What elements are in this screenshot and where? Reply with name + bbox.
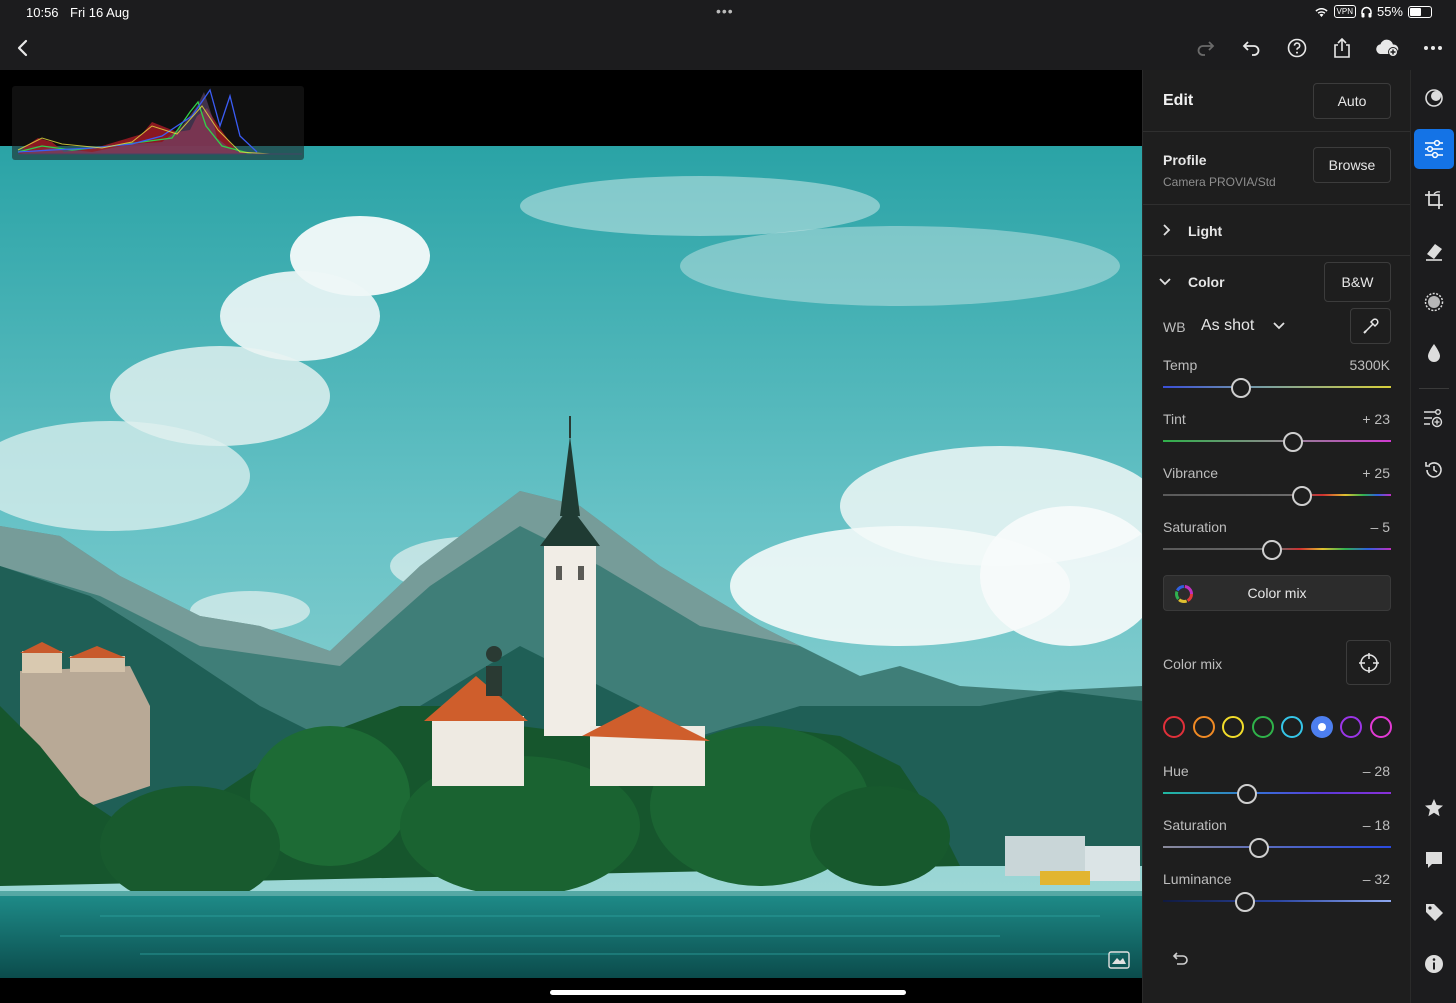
top-toolbar (0, 26, 1456, 70)
chevron-right-icon[interactable] (1161, 224, 1171, 236)
light-label[interactable]: Light (1188, 223, 1222, 239)
help-icon[interactable] (1283, 34, 1311, 62)
healing-icon[interactable] (1414, 231, 1454, 271)
mix-saturation-knob[interactable] (1248, 838, 1269, 858)
tint-value: + 23 (1362, 411, 1390, 427)
home-indicator[interactable] (550, 990, 906, 995)
share-icon[interactable] (1328, 34, 1356, 62)
wb-chevron-down-icon[interactable] (1272, 321, 1286, 331)
hue-knob[interactable] (1237, 784, 1258, 804)
info-icon[interactable] (1414, 944, 1454, 984)
browse-button[interactable]: Browse (1313, 147, 1391, 183)
color-mix-button-label: Color mix (1247, 585, 1307, 601)
temp-value: 5300K (1349, 357, 1390, 373)
eyedropper-icon (1362, 318, 1379, 334)
battery-percent: 55% (1376, 4, 1403, 19)
temp-knob[interactable] (1230, 378, 1251, 398)
hue-label: Hue (1163, 763, 1189, 779)
redo-icon[interactable] (1192, 34, 1220, 62)
status-bar: 10:56 Fri 16 Aug ••• VPN 55% (0, 0, 1456, 26)
wifi-icon (1314, 7, 1328, 17)
luminance-label: Luminance (1163, 871, 1232, 887)
swatch-magenta[interactable] (1369, 716, 1392, 738)
histogram[interactable] (12, 86, 304, 160)
vibrance-value: + 25 (1362, 465, 1390, 481)
temp-track[interactable] (1163, 386, 1391, 388)
edit-title: Edit (1163, 92, 1194, 109)
swatch-purple[interactable] (1340, 716, 1362, 738)
luminance-value: – 32 (1362, 871, 1390, 887)
swatch-selected-dot (1317, 723, 1326, 731)
chevron-down-icon[interactable] (1159, 277, 1171, 287)
hue-value: – 28 (1362, 763, 1390, 779)
reset-icon[interactable] (1171, 950, 1189, 971)
light-section[interactable]: Light (1143, 205, 1411, 256)
tool-rail (1410, 70, 1456, 1003)
more-icon[interactable] (1419, 34, 1447, 62)
color-mix-button[interactable]: Color mix (1163, 575, 1391, 611)
status-date: Fri 16 Aug (70, 5, 130, 20)
presets-icon[interactable] (1414, 78, 1454, 118)
rail-divider (1419, 388, 1449, 389)
history-icon[interactable] (1414, 450, 1454, 490)
swatch-orange[interactable] (1192, 716, 1215, 738)
hue-track[interactable] (1163, 792, 1391, 794)
mix-saturation-track[interactable] (1163, 846, 1391, 848)
tint-label: Tint (1163, 411, 1186, 427)
bw-button[interactable]: B&W (1324, 262, 1391, 302)
edit-panel: Edit Auto Profile Camera PROVIA/Std Brow… (1142, 70, 1411, 1003)
comment-icon[interactable] (1414, 840, 1454, 880)
swatch-blue[interactable] (1310, 716, 1333, 738)
edit-header: Edit Auto (1143, 70, 1411, 132)
status-right: VPN 55% (1314, 4, 1432, 19)
photo-image[interactable] (0, 146, 1142, 978)
edit-sliders-icon[interactable] (1414, 129, 1454, 169)
saturation-value: – 5 (1370, 519, 1390, 535)
vibrance-track[interactable] (1163, 494, 1391, 496)
swatch-yellow[interactable] (1222, 716, 1244, 738)
back-icon[interactable] (9, 34, 37, 62)
mix-saturation-value: – 18 (1362, 817, 1390, 833)
saturation-label: Saturation (1163, 519, 1227, 535)
color-wheel-icon (1175, 585, 1193, 603)
eyedropper-button[interactable] (1350, 308, 1391, 344)
undo-icon[interactable] (1237, 34, 1265, 62)
profile-section: Profile Camera PROVIA/Std Browse (1143, 132, 1411, 205)
vpn-badge: VPN (1333, 5, 1356, 18)
masking-icon[interactable] (1414, 282, 1454, 322)
temp-label: Temp (1163, 357, 1198, 373)
tint-knob[interactable] (1282, 432, 1303, 452)
tag-icon[interactable] (1414, 892, 1454, 932)
profile-title: Profile (1163, 152, 1207, 168)
color-mix-title: Color mix (1163, 656, 1223, 672)
star-icon[interactable] (1414, 788, 1454, 828)
battery-icon (1408, 5, 1432, 18)
status-time: 10:56 (26, 5, 59, 20)
wb-select[interactable]: As shot (1201, 317, 1254, 335)
target-icon (1358, 652, 1379, 673)
photo-canvas[interactable] (0, 70, 1142, 1003)
crop-icon[interactable] (1414, 180, 1454, 220)
blur-icon[interactable] (1414, 333, 1454, 373)
color-label[interactable]: Color (1188, 274, 1225, 290)
vibrance-knob[interactable] (1292, 486, 1313, 506)
swatch-green[interactable] (1251, 716, 1274, 738)
targeted-adjustment-button[interactable] (1346, 640, 1391, 685)
luminance-track[interactable] (1163, 900, 1391, 902)
saturation-knob[interactable] (1262, 540, 1283, 560)
swatch-red[interactable] (1163, 716, 1185, 738)
headphones-icon (1361, 6, 1372, 17)
vibrance-label: Vibrance (1163, 465, 1219, 481)
wb-label: WB (1163, 319, 1186, 335)
tint-track[interactable] (1163, 440, 1391, 442)
versions-icon[interactable] (1414, 398, 1454, 438)
mix-saturation-label: Saturation (1163, 817, 1227, 833)
profile-value: Camera PROVIA/Std (1163, 175, 1276, 189)
cloud-add-icon[interactable] (1373, 34, 1401, 62)
auto-button[interactable]: Auto (1313, 83, 1391, 119)
multitasking-dots-icon[interactable]: ••• (716, 3, 734, 19)
swatch-aqua[interactable] (1281, 716, 1303, 738)
compare-view-icon[interactable] (1108, 950, 1130, 975)
luminance-knob[interactable] (1235, 892, 1256, 912)
